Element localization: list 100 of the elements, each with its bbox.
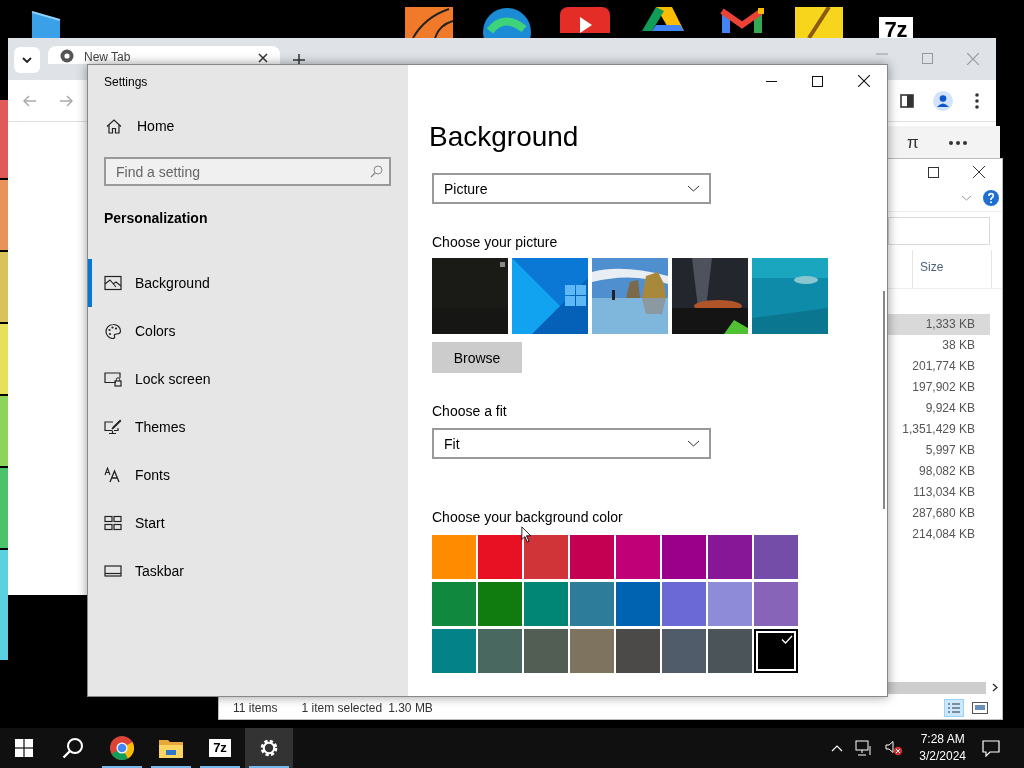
- file-row[interactable]: 5,997 KB: [888, 440, 990, 461]
- browse-button[interactable]: Browse: [432, 342, 522, 373]
- color-swatch[interactable]: [432, 535, 476, 579]
- file-row[interactable]: 201,774 KB: [888, 356, 990, 377]
- file-row[interactable]: 287,680 KB: [888, 503, 990, 524]
- file-row[interactable]: 197,902 KB: [888, 377, 990, 398]
- play-icon[interactable]: [560, 7, 610, 33]
- color-swatch[interactable]: [524, 535, 568, 579]
- color-swatch[interactable]: [524, 629, 568, 673]
- file-row[interactable]: 214,084 KB: [888, 524, 990, 545]
- file-row[interactable]: 38 KB: [888, 335, 990, 356]
- home-icon: [106, 118, 122, 134]
- side-panel-icon[interactable]: [900, 93, 914, 108]
- browser-tab[interactable]: New Tab: [48, 46, 280, 64]
- maximize-icon[interactable]: [812, 75, 823, 87]
- taskbar-button[interactable]: 7z: [196, 728, 244, 768]
- chevron-down-icon: [687, 440, 700, 447]
- menu-icon[interactable]: [975, 92, 979, 109]
- clock-time[interactable]: 7:28 AM: [920, 731, 965, 748]
- color-swatch[interactable]: [662, 535, 706, 579]
- color-swatch[interactable]: [616, 629, 660, 673]
- help-icon[interactable]: [983, 190, 999, 206]
- section-label: Choose your picture: [432, 234, 558, 250]
- color-swatch[interactable]: [616, 535, 660, 579]
- monitor-icon[interactable]: [30, 10, 62, 38]
- file-row[interactable]: 1,333 KB: [888, 314, 990, 335]
- nav-item[interactable]: Themes: [88, 403, 388, 451]
- search-field[interactable]: Find a setting: [104, 157, 391, 186]
- nav-item[interactable]: Colors: [88, 307, 388, 355]
- item-count: 11 items: [233, 700, 278, 715]
- nav-item[interactable]: Taskbar: [88, 547, 388, 595]
- color-swatch[interactable]: [478, 629, 522, 673]
- background-dropdown[interactable]: Picture: [432, 173, 711, 204]
- color-swatch[interactable]: [478, 535, 522, 579]
- nav-item[interactable]: Start: [88, 499, 388, 547]
- pi-key[interactable]: π: [907, 133, 919, 153]
- maximize-icon[interactable]: [928, 166, 939, 178]
- color-swatch[interactable]: [754, 629, 798, 673]
- details-view-icon[interactable]: [944, 698, 964, 717]
- color-swatch[interactable]: [432, 582, 476, 626]
- network-icon[interactable]: [855, 740, 874, 756]
- color-swatch[interactable]: [616, 582, 660, 626]
- nav-item[interactable]: Lock screen: [88, 355, 388, 403]
- color-swatch[interactable]: [570, 582, 614, 626]
- color-swatch[interactable]: [754, 582, 798, 626]
- color-swatch[interactable]: [570, 535, 614, 579]
- minimize-icon[interactable]: [766, 80, 777, 82]
- windows-icon: [15, 739, 33, 757]
- column-header[interactable]: Size: [912, 250, 992, 288]
- color-swatch[interactable]: [754, 535, 798, 579]
- color-swatch[interactable]: [432, 629, 476, 673]
- color-swatch[interactable]: [478, 582, 522, 626]
- color-swatch[interactable]: [662, 629, 706, 673]
- more-icon[interactable]: [948, 141, 967, 145]
- taskbar-button[interactable]: [245, 728, 293, 768]
- profile-icon[interactable]: [933, 90, 953, 111]
- file-row[interactable]: 98,082 KB: [888, 461, 990, 482]
- notification-icon[interactable]: [982, 739, 1000, 757]
- section-label: Choose a fit: [432, 403, 507, 419]
- chevron-down-icon: [687, 185, 700, 192]
- scrollbar-thumb[interactable]: [883, 291, 885, 509]
- archive-icon: 7z: [209, 739, 231, 757]
- envelope-icon[interactable]: [718, 7, 766, 33]
- back-icon[interactable]: [23, 94, 37, 107]
- color-swatch[interactable]: [708, 582, 752, 626]
- nav-item[interactable]: Background: [88, 259, 388, 307]
- mouse-cursor-icon: [521, 526, 532, 543]
- settings-icon: [259, 738, 279, 758]
- fonts-icon: [104, 467, 122, 483]
- palette-icon: [104, 323, 122, 339]
- folder-icon: [159, 738, 183, 758]
- file-row[interactable]: 9,924 KB: [888, 398, 990, 419]
- tab-list-button[interactable]: [14, 47, 40, 73]
- color-swatch[interactable]: [708, 535, 752, 579]
- muted-speaker-icon[interactable]: [885, 740, 904, 756]
- close-icon[interactable]: [858, 75, 870, 87]
- close-icon[interactable]: [973, 166, 985, 178]
- color-swatch[interactable]: [570, 629, 614, 673]
- thumbnail-view-icon[interactable]: [972, 701, 988, 714]
- tiles-icon: [104, 515, 122, 531]
- archive-icon[interactable]: 7z: [877, 15, 915, 38]
- home-link[interactable]: Home: [104, 118, 226, 134]
- close-icon[interactable]: [258, 53, 268, 63]
- forward-icon[interactable]: [59, 94, 73, 107]
- nav-item[interactable]: Fonts: [88, 451, 388, 499]
- file-row[interactable]: 113,034 KB: [888, 482, 990, 503]
- selection-info: 1 item selected: [301, 700, 383, 715]
- chevron-up-icon[interactable]: [831, 744, 844, 752]
- clock-date[interactable]: 3/2/2024: [919, 748, 966, 765]
- color-swatch[interactable]: [708, 629, 752, 673]
- basketball-icon[interactable]: [405, 7, 453, 38]
- pencil-icon[interactable]: [795, 7, 843, 38]
- scroll-right-icon[interactable]: [992, 683, 998, 692]
- selection-size: 1.30 MB: [388, 700, 433, 715]
- file-row[interactable]: 1,351,429 KB: [888, 419, 990, 440]
- fit-dropdown[interactable]: Fit: [432, 428, 711, 459]
- color-swatch[interactable]: [524, 582, 568, 626]
- brush-monitor-icon: [104, 419, 122, 435]
- chevron-down-icon[interactable]: [961, 195, 972, 201]
- color-swatch[interactable]: [662, 582, 706, 626]
